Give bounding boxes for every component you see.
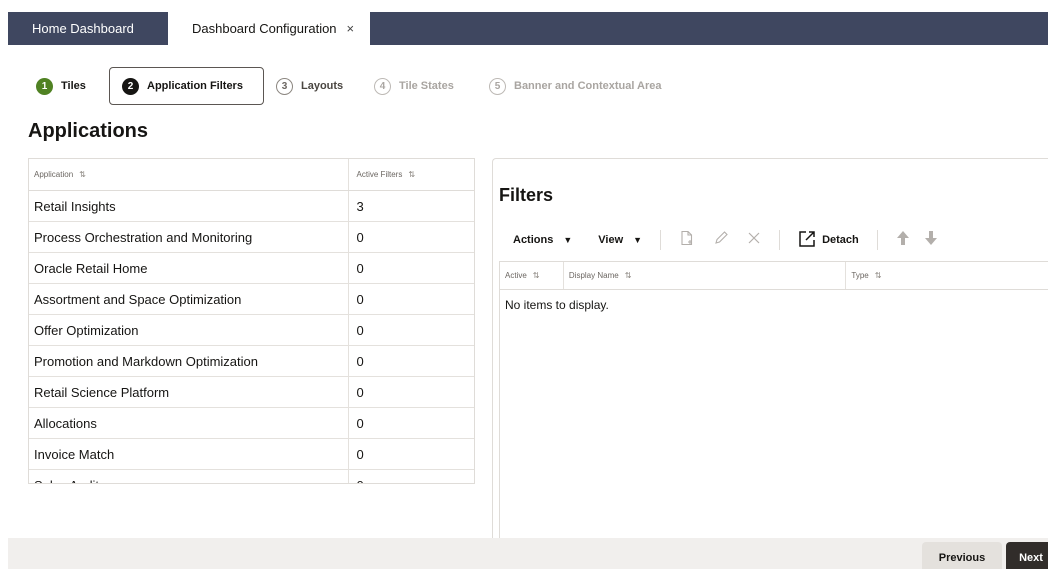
- tab-label: Home Dashboard: [32, 21, 134, 36]
- step-label: Layouts: [301, 80, 344, 92]
- filters-table: Active ⇅ Display Name ⇅ Type ⇅ No items …: [499, 261, 1048, 539]
- filters-panel: Filters Actions ▼ View ▼ Detach Active ⇅…: [492, 158, 1048, 539]
- step-label: Application Filters: [147, 80, 243, 92]
- caret-down-icon: ▼: [563, 235, 573, 245]
- delete-x-icon[interactable]: [747, 231, 761, 250]
- column-header-type[interactable]: Type ⇅: [846, 262, 1048, 289]
- application-name: Allocations: [29, 408, 349, 438]
- detach-button[interactable]: Detach: [798, 230, 859, 251]
- step-label: Tile States: [399, 80, 454, 92]
- table-row[interactable]: Sales Audit 0: [29, 470, 474, 484]
- step-number: 4: [374, 77, 391, 95]
- active-filters-count: 0: [356, 415, 364, 431]
- table-row[interactable]: Offer Optimization 0: [29, 315, 474, 346]
- train-stepper: 1 Tiles 2 Application Filters 3 Layouts …: [0, 67, 1048, 107]
- close-icon[interactable]: ×: [347, 21, 355, 36]
- step-label: Banner and Contextual Area: [514, 80, 662, 92]
- active-filters-count: 0: [349, 470, 474, 484]
- empty-table-message: No items to display.: [505, 298, 609, 312]
- active-filters-count: 0: [356, 260, 364, 276]
- active-filters-count: 0: [356, 353, 364, 369]
- application-name: Invoice Match: [29, 439, 349, 469]
- application-name: Process Orchestration and Monitoring: [29, 222, 349, 252]
- next-button[interactable]: Next: [1006, 542, 1048, 569]
- detach-icon: [798, 230, 816, 251]
- application-name: Retail Science Platform: [29, 377, 349, 407]
- column-header-application[interactable]: Application ⇅: [29, 159, 349, 190]
- table-header: Active ⇅ Display Name ⇅ Type ⇅: [500, 262, 1048, 290]
- applications-table: Application ⇅ Active Filters ⇅ Retail In…: [28, 158, 475, 484]
- active-filters-count: 0: [356, 229, 364, 245]
- sort-icon[interactable]: ⇅: [875, 271, 882, 280]
- applications-title: Applications: [28, 120, 149, 142]
- table-row[interactable]: Allocations 0: [29, 408, 474, 439]
- table-row[interactable]: Assortment and Space Optimization 0: [29, 284, 474, 315]
- sort-icon[interactable]: ⇅: [408, 170, 415, 179]
- step-tiles[interactable]: 1 Tiles: [36, 67, 86, 105]
- application-name: Assortment and Space Optimization: [29, 284, 349, 314]
- application-name: Oracle Retail Home: [29, 253, 349, 283]
- add-document-icon[interactable]: [679, 230, 695, 251]
- sort-icon[interactable]: ⇅: [533, 271, 540, 280]
- edit-pencil-icon[interactable]: [713, 230, 729, 251]
- caret-down-icon: ▼: [633, 235, 643, 245]
- top-tab-bar: Home Dashboard Dashboard Configuration ×: [8, 12, 1048, 45]
- table-row[interactable]: Promotion and Markdown Optimization 0: [29, 346, 474, 377]
- active-filters-count: 0: [356, 384, 364, 400]
- filters-title: Filters: [499, 185, 554, 205]
- toolbar-divider: [660, 230, 662, 250]
- filters-toolbar: Actions ▼ View ▼ Detach: [493, 223, 1048, 257]
- table-row[interactable]: Retail Science Platform 0: [29, 377, 474, 408]
- tab-home-dashboard[interactable]: Home Dashboard: [8, 12, 168, 45]
- toolbar-divider: [779, 230, 781, 250]
- move-up-arrow-icon[interactable]: [896, 230, 910, 251]
- sort-icon[interactable]: ⇅: [79, 170, 86, 179]
- step-banner-and-contextual-area[interactable]: 5 Banner and Contextual Area: [489, 67, 662, 105]
- toolbar-divider: [876, 230, 878, 250]
- table-row[interactable]: Process Orchestration and Monitoring 0: [29, 222, 474, 253]
- table-row[interactable]: Invoice Match 0: [29, 439, 474, 470]
- column-header-active[interactable]: Active ⇅: [500, 262, 564, 289]
- table-row[interactable]: Oracle Retail Home 0: [29, 253, 474, 284]
- previous-button[interactable]: Previous: [922, 542, 1002, 569]
- view-menu-button[interactable]: View ▼: [598, 234, 642, 246]
- active-filters-count: 0: [356, 322, 364, 338]
- step-application-filters[interactable]: 2 Application Filters: [109, 67, 264, 105]
- table-header: Application ⇅ Active Filters ⇅: [29, 159, 474, 191]
- step-number: 5: [489, 77, 506, 95]
- table-row[interactable]: Retail Insights 3: [29, 191, 474, 222]
- application-name: Retail Insights: [29, 191, 349, 221]
- actions-menu-button[interactable]: Actions ▼: [513, 234, 572, 246]
- active-filters-count: 3: [356, 198, 364, 214]
- application-name: Offer Optimization: [29, 315, 349, 345]
- step-number: 2: [122, 77, 139, 95]
- step-label: Tiles: [61, 80, 86, 92]
- step-number: 3: [276, 77, 293, 95]
- step-number: 1: [36, 77, 53, 95]
- column-header-active-filters[interactable]: Active Filters ⇅: [349, 159, 474, 190]
- footer-bar: Previous Next: [8, 538, 1048, 569]
- active-filters-count: 0: [356, 291, 364, 307]
- sort-icon[interactable]: ⇅: [625, 271, 632, 280]
- active-filters-count: 0: [356, 446, 364, 462]
- step-layouts[interactable]: 3 Layouts: [276, 67, 343, 105]
- tab-label: Dashboard Configuration: [192, 21, 337, 36]
- application-name: Sales Audit: [29, 470, 349, 483]
- step-tile-states[interactable]: 4 Tile States: [374, 67, 454, 105]
- column-header-display-name[interactable]: Display Name ⇅: [564, 262, 847, 289]
- move-down-arrow-icon[interactable]: [924, 230, 938, 251]
- application-name: Promotion and Markdown Optimization: [29, 346, 349, 376]
- tab-dashboard-configuration[interactable]: Dashboard Configuration ×: [168, 12, 370, 45]
